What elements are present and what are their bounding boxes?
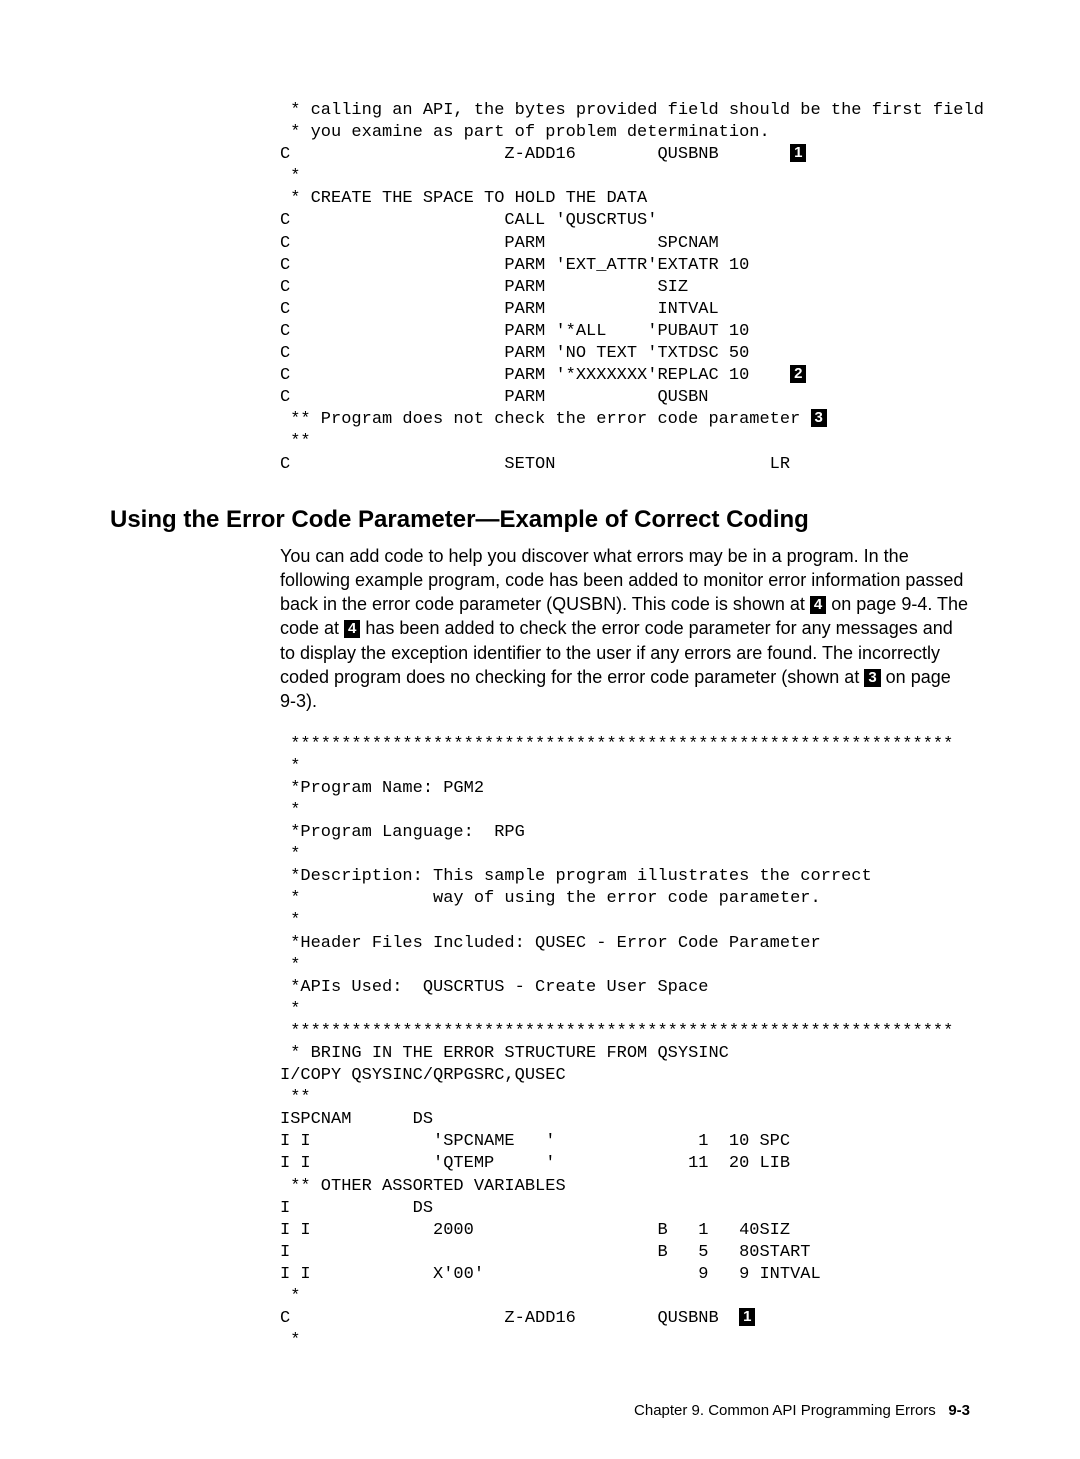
code-line: C CALL 'QUSCRTUS' (280, 211, 657, 230)
code-line: I I 'QTEMP ' 11 20 LIB (280, 1154, 790, 1173)
callout-4a: 4 (810, 596, 826, 614)
code-line: ****************************************… (280, 1022, 953, 1041)
code-line: C PARM SIZ (280, 278, 688, 297)
code-line: *Description: This sample program illust… (280, 867, 872, 886)
code-block-bottom: ****************************************… (280, 734, 970, 1353)
code-line: * CREATE THE SPACE TO HOLD THE DATA (280, 189, 647, 208)
code-line: *Header Files Included: QUSEC - Error Co… (280, 934, 821, 953)
code-block-top: * calling an API, the bytes provided fie… (280, 100, 970, 476)
code-line: I B 5 80START (280, 1243, 811, 1262)
code-line: ISPCNAM DS (280, 1110, 433, 1129)
code-line: * (280, 1331, 300, 1350)
section-heading: Using the Error Code Parameter—Example o… (110, 506, 970, 534)
code-line: * BRING IN THE ERROR STRUCTURE FROM QSYS… (280, 1044, 729, 1063)
code-line: * (280, 801, 300, 820)
code-line: ** Program does not check the error code… (280, 410, 811, 429)
code-line: C SETON LR (280, 455, 790, 474)
code-line: * (280, 167, 300, 186)
code-line: * (280, 845, 300, 864)
code-line: C PARM SPCNAM (280, 234, 719, 253)
callout-1-bottom: 1 (739, 1308, 755, 1326)
body-paragraph: You can add code to help you discover wh… (280, 544, 970, 714)
code-line: I I X'00' 9 9 INTVAL (280, 1265, 821, 1284)
code-line: * (280, 757, 300, 776)
code-line: * calling an API, the bytes provided fie… (280, 101, 984, 120)
code-line: ****************************************… (280, 735, 953, 754)
code-line: I DS (280, 1199, 433, 1218)
code-line: C PARM '*XXXXXXX'REPLAC 10 (280, 366, 749, 385)
code-line: *APIs Used: QUSCRTUS - Create User Space (280, 978, 708, 997)
callout-4b: 4 (344, 620, 360, 638)
code-line: * you examine as part of problem determi… (280, 123, 770, 142)
footer-chapter: Chapter 9. Common API Programming Errors (634, 1402, 936, 1419)
code-line: * (280, 1287, 300, 1306)
callout-3-body: 3 (864, 669, 880, 687)
code-line: *Program Name: PGM2 (280, 779, 484, 798)
code-line: I I 2000 B 1 40SIZ (280, 1221, 790, 1240)
callout-3-top: 3 (811, 409, 827, 427)
code-line: C Z-ADD16 QUSBNB (280, 1309, 739, 1328)
code-line: C PARM 'EXT_ATTR'EXTATR 10 (280, 256, 749, 275)
page-footer: Chapter 9. Common API Programming Errors… (110, 1402, 970, 1419)
code-line: * (280, 956, 300, 975)
code-line: C Z-ADD16 QUSBNB (280, 145, 719, 164)
code-line: C PARM QUSBN (280, 388, 708, 407)
code-line: C PARM '*ALL 'PUBAUT 10 (280, 322, 749, 341)
code-line: * way of using the error code parameter. (280, 889, 821, 908)
code-line: ** (280, 1088, 311, 1107)
code-line: * (280, 911, 300, 930)
code-line: I/COPY QSYSINC/QRPGSRC,QUSEC (280, 1066, 566, 1085)
code-line: ** (280, 432, 311, 451)
callout-1-top: 1 (790, 144, 806, 162)
callout-2: 2 (790, 365, 806, 383)
code-line: *Program Language: RPG (280, 823, 525, 842)
code-line: C PARM 'NO TEXT 'TXTDSC 50 (280, 344, 749, 363)
code-line: ** OTHER ASSORTED VARIABLES (280, 1177, 566, 1196)
code-line: I I 'SPCNAME ' 1 10 SPC (280, 1132, 790, 1151)
footer-page-number: 9-3 (948, 1402, 970, 1419)
code-line: * (280, 1000, 300, 1019)
code-line: C PARM INTVAL (280, 300, 719, 319)
